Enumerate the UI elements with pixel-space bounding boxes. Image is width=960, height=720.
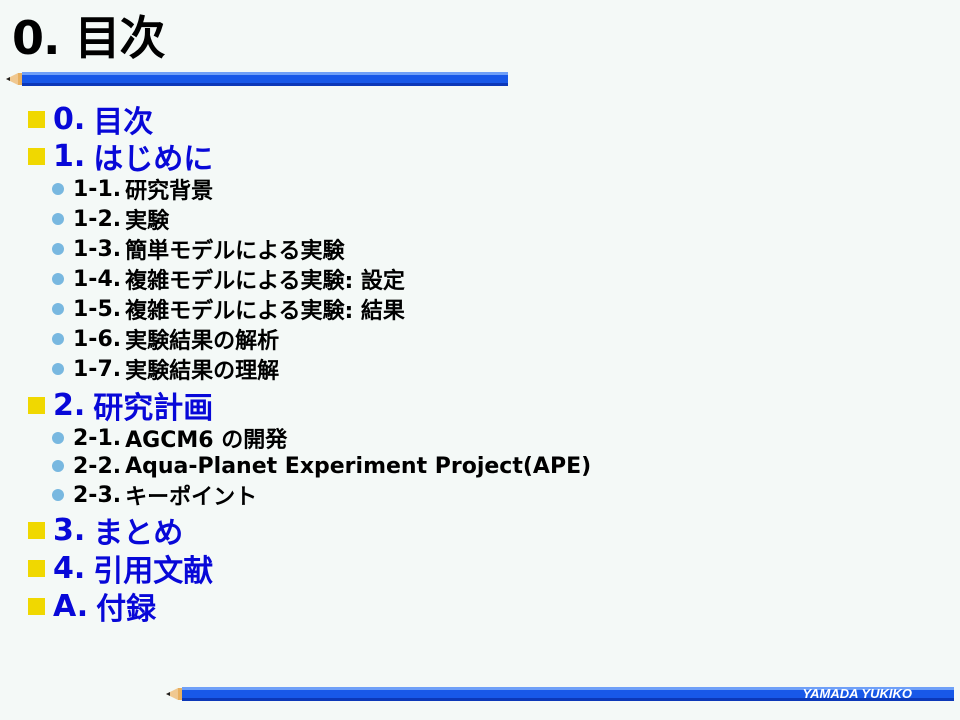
round-bullet-icon — [52, 273, 64, 285]
list-item[interactable]: 1-4. 複雑モデルによる実験: 設定 — [52, 265, 405, 294]
item-label: はじめに — [93, 142, 214, 177]
round-bullet-icon — [52, 243, 64, 255]
item-label: Aqua-Planet Experiment Project(APE) — [125, 453, 592, 479]
round-bullet-icon — [52, 333, 64, 345]
round-bullet-icon — [52, 460, 64, 472]
item-number: 1-2. — [73, 206, 122, 232]
item-label: 複雑モデルによる実験: 結果 — [125, 299, 405, 324]
item-label: 簡単モデルによる実験 — [125, 239, 345, 264]
item-number: 1-5. — [73, 296, 122, 322]
item-label: キーポイント — [125, 485, 258, 510]
item-label: 実験 — [125, 209, 170, 234]
list-item[interactable]: 4. 引用文献 — [28, 550, 213, 589]
item-number: 2-2. — [73, 453, 122, 479]
item-label: 付録 — [96, 592, 157, 627]
item-label: 研究計画 — [93, 391, 214, 426]
list-item[interactable]: 2-1. AGCM6 の開発 — [52, 424, 288, 453]
item-label: 複雑モデルによる実験: 設定 — [125, 269, 405, 294]
round-bullet-icon — [52, 432, 64, 444]
list-item[interactable]: 1-3. 簡単モデルによる実験 — [52, 235, 345, 264]
item-number: 1-3. — [73, 236, 122, 262]
list-item[interactable]: 1-5. 複雑モデルによる実験: 結果 — [52, 295, 405, 324]
square-bullet-icon — [28, 521, 45, 539]
list-item[interactable]: 1-7. 実験結果の理解 — [52, 355, 280, 384]
list-item[interactable]: 1-6. 実験結果の解析 — [52, 325, 280, 354]
round-bullet-icon — [52, 303, 64, 315]
round-bullet-icon — [52, 213, 64, 225]
item-number: 2-1. — [73, 425, 122, 451]
item-label: 実験結果の解析 — [125, 329, 280, 354]
table-of-contents: 0. 目次 1. はじめに 1-1. 研究背景 1-2. 実験 1-3. 簡単モ… — [0, 0, 960, 680]
list-item[interactable]: 1-2. 実験 — [52, 205, 170, 234]
item-number: 0. — [53, 101, 86, 137]
square-bullet-icon — [28, 559, 45, 577]
round-bullet-icon — [52, 363, 64, 375]
item-number: 2-3. — [73, 482, 122, 508]
author-name: YAMADA YUKIKO — [802, 686, 912, 701]
item-number: 4. — [53, 550, 86, 586]
item-number: 1. — [53, 138, 86, 174]
item-number: 1-1. — [73, 176, 122, 202]
list-item[interactable]: 0. 目次 — [28, 101, 153, 140]
list-item[interactable]: 1-1. 研究背景 — [52, 175, 214, 204]
item-number: 3. — [53, 512, 86, 548]
list-item[interactable]: 3. まとめ — [28, 512, 183, 551]
item-label: AGCM6 の開発 — [125, 428, 288, 453]
round-bullet-icon — [52, 489, 64, 501]
item-number: A. — [53, 588, 89, 624]
item-label: 研究背景 — [125, 179, 214, 204]
list-item[interactable]: 2-3. キーポイント — [52, 481, 258, 510]
square-bullet-icon — [28, 110, 45, 128]
item-number: 2. — [53, 387, 86, 423]
square-bullet-icon — [28, 396, 45, 414]
list-item[interactable]: 2-2. Aqua-Planet Experiment Project(APE) — [52, 452, 591, 480]
square-bullet-icon — [28, 147, 45, 165]
item-number: 1-7. — [73, 356, 122, 382]
round-bullet-icon — [52, 183, 64, 195]
list-item[interactable]: 2. 研究計画 — [28, 387, 213, 426]
item-number: 1-6. — [73, 326, 122, 352]
list-item[interactable]: A. 付録 — [28, 588, 156, 627]
item-number: 1-4. — [73, 266, 122, 292]
square-bullet-icon — [28, 597, 45, 615]
item-label: 実験結果の理解 — [125, 359, 280, 384]
list-item[interactable]: 1. はじめに — [28, 138, 213, 177]
